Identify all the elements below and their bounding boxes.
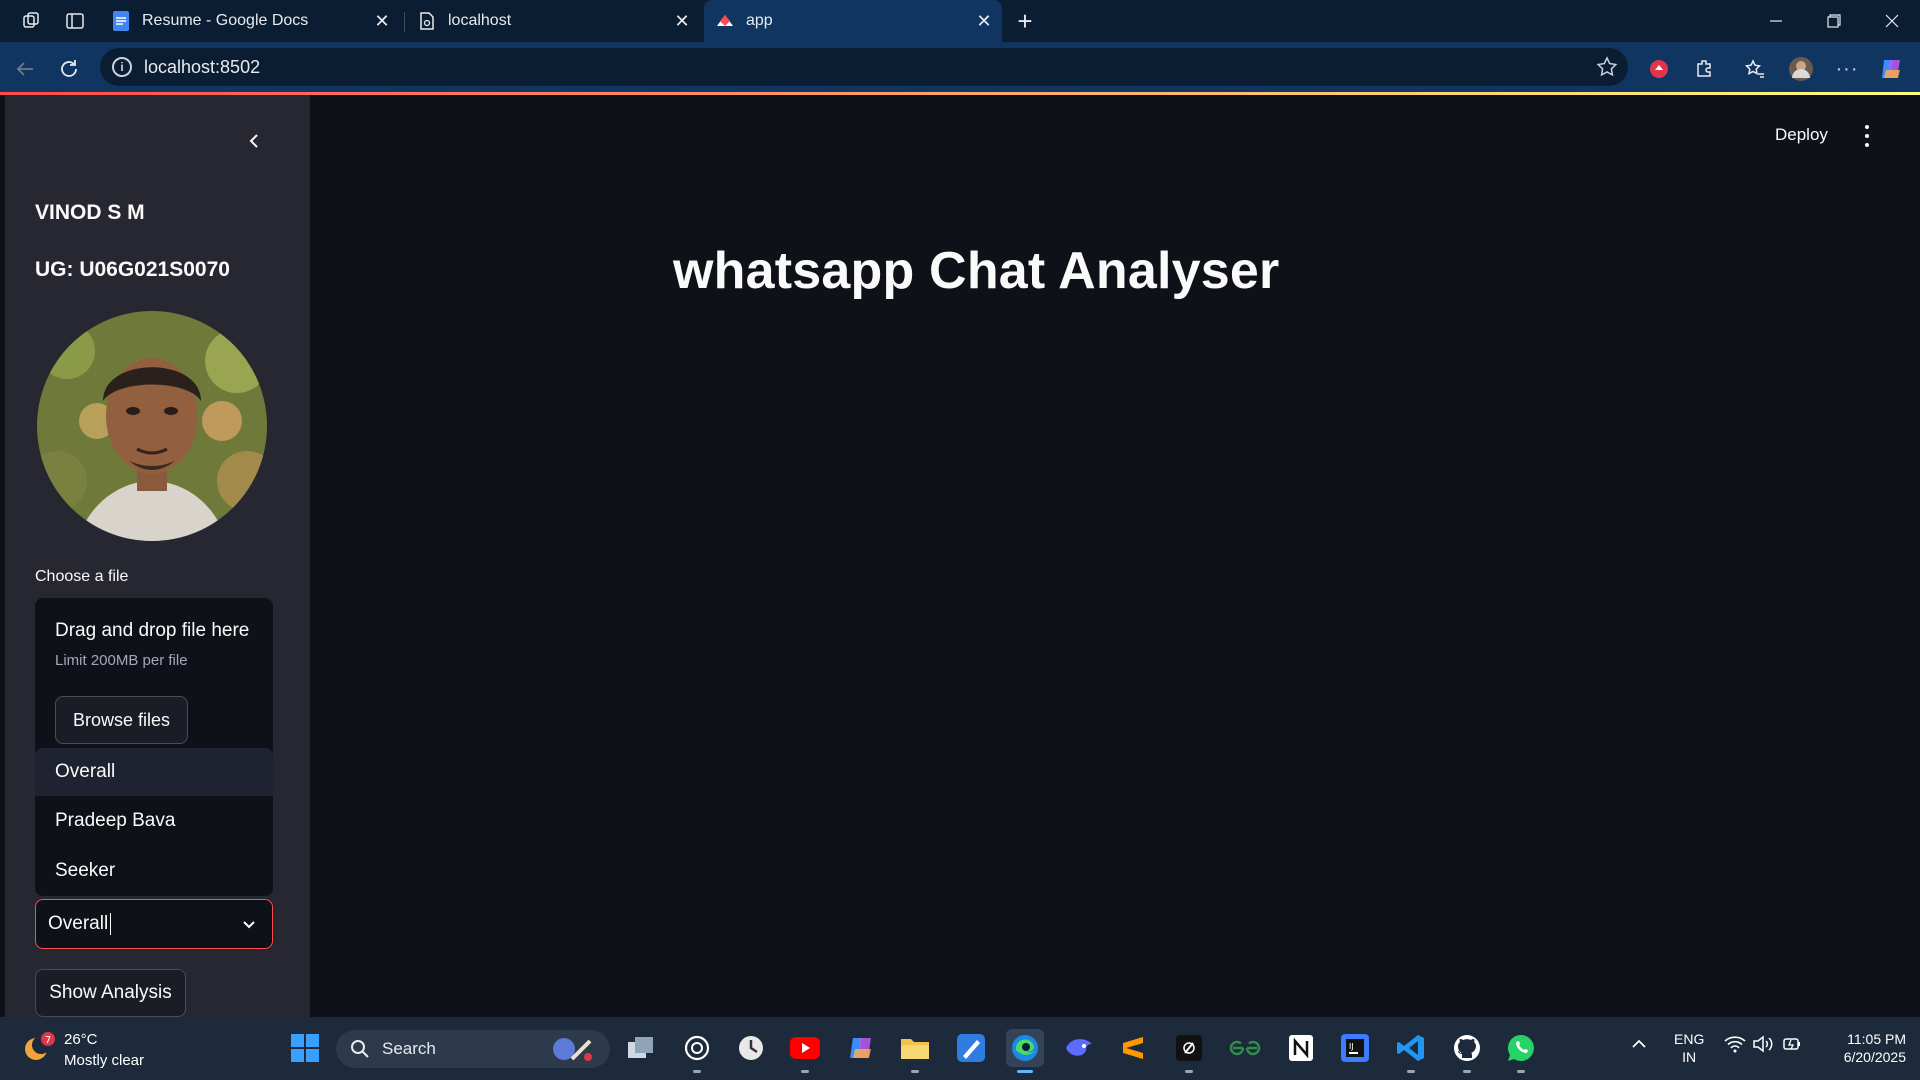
- dropzone-title: Drag and drop file here: [55, 620, 250, 641]
- chatgpt-icon[interactable]: [678, 1029, 716, 1073]
- weather-temperature: 26°C: [64, 1031, 98, 1048]
- chevron-down-icon[interactable]: [240, 915, 258, 933]
- file-uploader-label: Choose a file: [35, 568, 129, 585]
- lang-region: IN: [1682, 1049, 1697, 1065]
- user-name: VINOD S M: [35, 201, 145, 224]
- more-options-icon[interactable]: ···: [1832, 54, 1862, 84]
- copilot-icon[interactable]: [1876, 54, 1906, 84]
- vscode-icon[interactable]: [1392, 1029, 1430, 1073]
- wifi-icon[interactable]: [1724, 1035, 1746, 1058]
- jetbrains-icon[interactable]: IJ: [1336, 1029, 1374, 1067]
- profile-photo: [37, 311, 267, 541]
- profile-avatar-icon[interactable]: [1786, 54, 1816, 84]
- refresh-icon[interactable]: [54, 54, 84, 84]
- taskbar: 7 26°C Mostly clear Search IJ ENG IN 11:…: [0, 1017, 1920, 1080]
- file-explorer-icon[interactable]: [896, 1029, 934, 1073]
- browser-tab-bar: Resume - Google Docs ✕ localhost ✕ app ✕…: [0, 0, 1920, 42]
- weather-condition: Mostly clear: [64, 1052, 145, 1069]
- dropzone-limit: Limit 200MB per file: [55, 652, 188, 669]
- tab-title: app: [746, 12, 773, 29]
- clock-time: 11:05 PM: [1847, 1031, 1906, 1047]
- close-tab-icon[interactable]: ✕: [972, 9, 996, 33]
- terminal-app-icon[interactable]: [1170, 1029, 1208, 1073]
- restore-button[interactable]: [1806, 0, 1862, 42]
- sublime-icon[interactable]: [1114, 1029, 1152, 1067]
- lang-code: ENG: [1674, 1031, 1705, 1047]
- copilot-app-icon[interactable]: [842, 1029, 880, 1067]
- page-icon: [418, 12, 436, 30]
- search-label: Search: [382, 1039, 436, 1058]
- user-select[interactable]: Overall: [35, 899, 273, 949]
- search-highlight-icon: [553, 1038, 592, 1061]
- start-icon[interactable]: [286, 1029, 324, 1067]
- input-language[interactable]: ENG IN: [1674, 1030, 1704, 1066]
- new-tab-button[interactable]: +: [1012, 6, 1038, 36]
- editor-app-icon[interactable]: [952, 1029, 990, 1067]
- deepseek-icon[interactable]: [1060, 1029, 1098, 1067]
- dropdown-option-overall[interactable]: Overall: [35, 748, 273, 796]
- text-caret: [110, 913, 112, 935]
- notion-icon[interactable]: [1282, 1029, 1320, 1067]
- vertical-tabs-icon[interactable]: [62, 8, 88, 34]
- select-dropdown-menu: Overall Pradeep Bava Seeker: [35, 748, 273, 896]
- extensions-icon[interactable]: [1690, 54, 1720, 84]
- weather-icon[interactable]: 7: [22, 1031, 56, 1065]
- clock-date: 6/20/2025: [1843, 1049, 1906, 1065]
- geeksforgeeks-icon[interactable]: [1226, 1029, 1264, 1067]
- close-window-button[interactable]: [1864, 0, 1920, 42]
- whatsapp-icon[interactable]: [1502, 1029, 1540, 1073]
- deploy-button[interactable]: Deploy: [1775, 125, 1828, 145]
- page-title: whatsapp Chat Analyser: [673, 242, 1280, 300]
- battery-icon[interactable]: [1782, 1035, 1804, 1058]
- file-dropzone[interactable]: Drag and drop file here Limit 200MB per …: [35, 598, 273, 758]
- url-text: localhost:8502: [144, 56, 261, 77]
- sidebar: VINOD S M UG: U06G021S0070 Choose a file…: [5, 95, 310, 1017]
- favorites-icon[interactable]: [1740, 54, 1770, 84]
- chevron-left-icon: [249, 134, 258, 148]
- close-tab-icon[interactable]: ✕: [670, 9, 694, 33]
- main-menu-icon[interactable]: [1857, 123, 1877, 149]
- minimize-button[interactable]: [1748, 0, 1804, 42]
- info-icon[interactable]: i: [112, 57, 132, 77]
- svg-text:IJ: IJ: [1349, 1042, 1354, 1051]
- weather-badge: 7: [45, 1035, 51, 1046]
- dropdown-option-pradeep-bava[interactable]: Pradeep Bava: [35, 796, 273, 846]
- youtube-icon[interactable]: [786, 1029, 824, 1073]
- google-docs-icon: [112, 11, 130, 31]
- task-view-icon[interactable]: [622, 1029, 660, 1067]
- favorite-star-icon[interactable]: [1596, 56, 1618, 78]
- tab-resume[interactable]: Resume - Google Docs ✕: [100, 0, 400, 42]
- select-value: Overall: [48, 913, 109, 934]
- tab-title: Resume - Google Docs: [142, 12, 309, 29]
- close-tab-icon[interactable]: ✕: [370, 9, 394, 33]
- tab-localhost[interactable]: localhost ✕: [406, 0, 700, 42]
- clock-app-icon[interactable]: [732, 1029, 770, 1067]
- tab-app[interactable]: app ✕: [704, 0, 1002, 42]
- collapse-sidebar-button[interactable]: [239, 125, 271, 157]
- extension-red-icon[interactable]: [1644, 54, 1674, 84]
- dropdown-option-seeker[interactable]: Seeker: [35, 846, 273, 896]
- browse-files-button[interactable]: Browse files: [55, 696, 188, 744]
- workspaces-icon[interactable]: [18, 8, 44, 34]
- taskbar-search[interactable]: Search: [336, 1030, 610, 1068]
- address-bar[interactable]: i localhost:8502: [100, 48, 1628, 86]
- tab-title: localhost: [448, 12, 512, 29]
- show-analysis-button[interactable]: Show Analysis: [35, 969, 186, 1017]
- back-icon[interactable]: [10, 54, 40, 84]
- address-toolbar: i localhost:8502 ···: [0, 42, 1920, 94]
- github-icon[interactable]: [1448, 1029, 1486, 1073]
- system-clock[interactable]: 11:05 PM 6/20/2025: [1822, 1030, 1906, 1066]
- user-id: UG: U06G021S0070: [35, 258, 230, 281]
- streamlit-app: VINOD S M UG: U06G021S0070 Choose a file…: [5, 95, 1915, 1017]
- volume-icon[interactable]: [1752, 1035, 1774, 1058]
- show-hidden-icons-chevron[interactable]: [1630, 1035, 1648, 1058]
- search-icon: [351, 1040, 369, 1058]
- tab-separator: [404, 12, 405, 32]
- streamlit-icon: [716, 12, 734, 30]
- edge-icon[interactable]: [1006, 1029, 1044, 1073]
